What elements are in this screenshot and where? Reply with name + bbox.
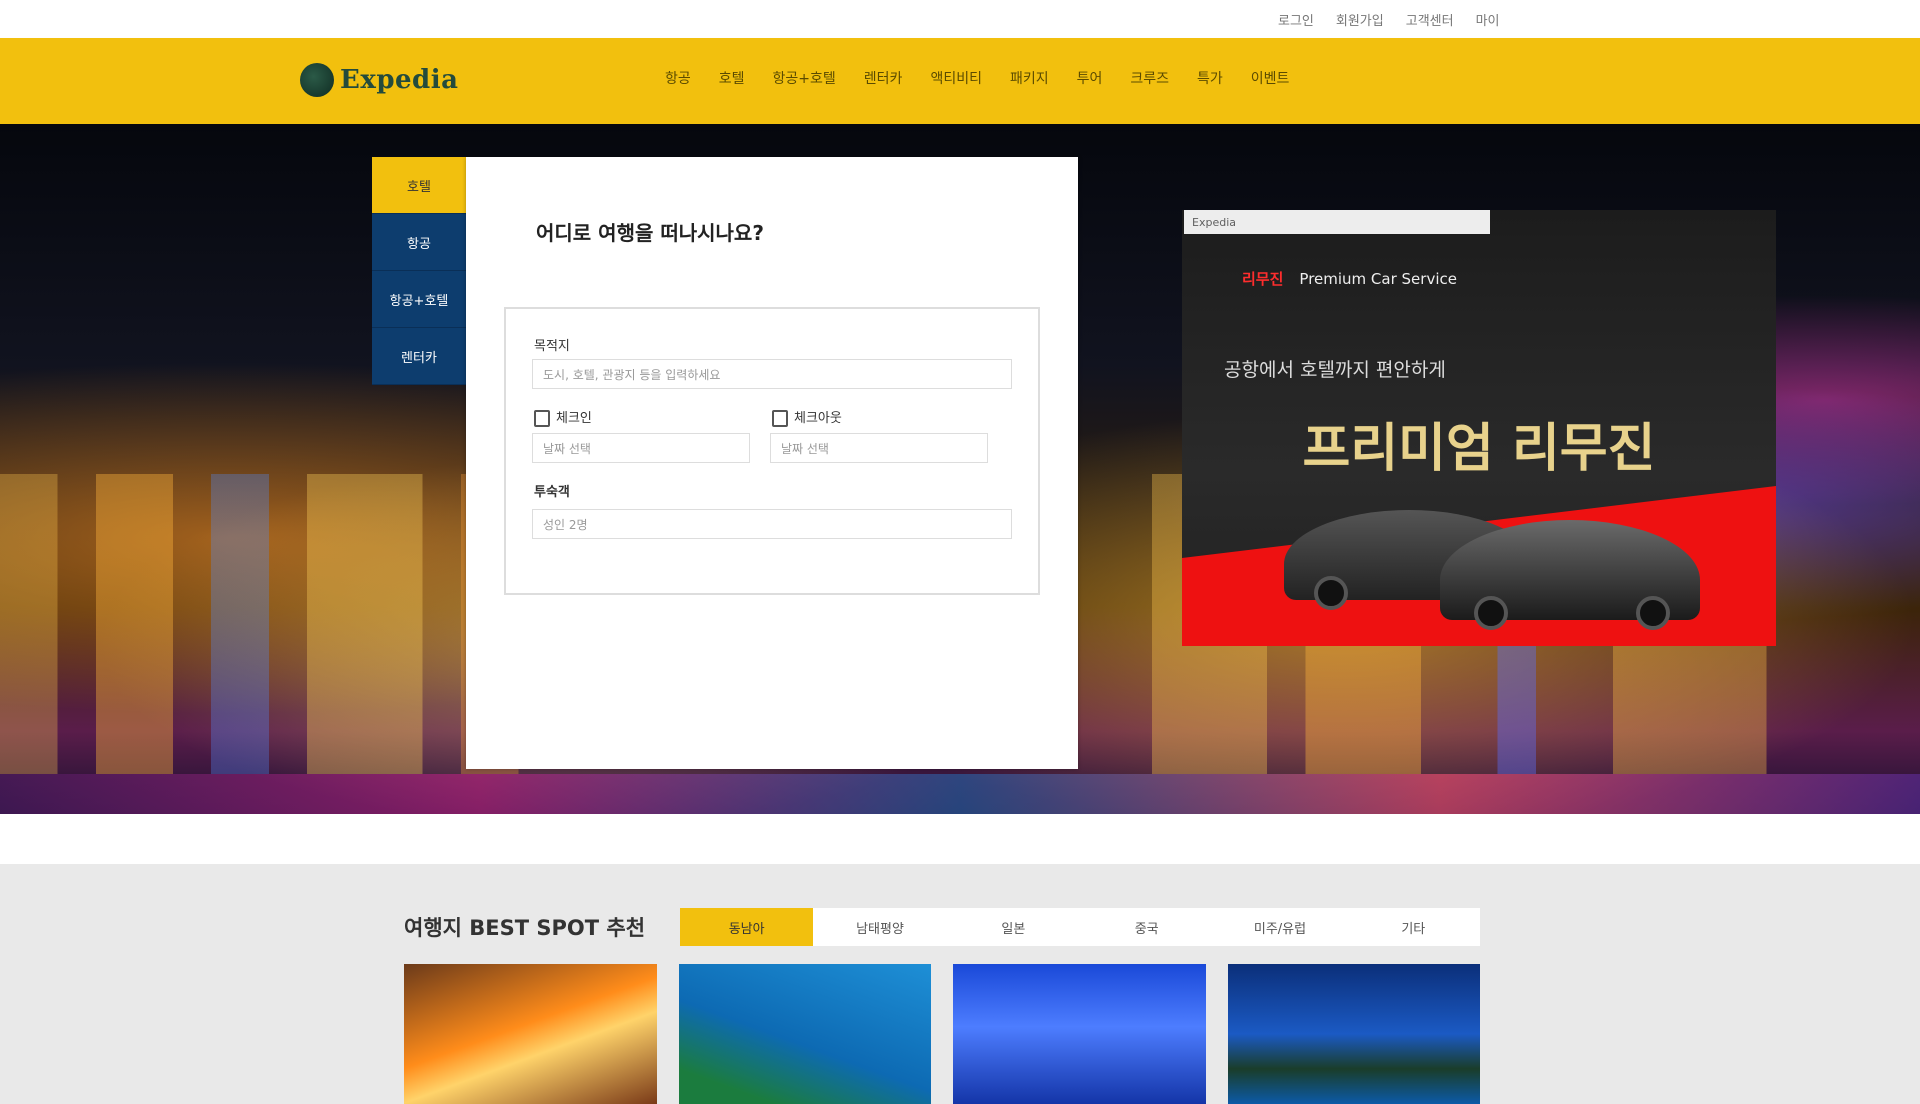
top-links: 로그인 회원가입 고객센터 마이 <box>1278 10 1500 29</box>
ad-subline: 공항에서 호텔까지 편안하게 <box>1224 359 1446 381</box>
checkout-input[interactable]: 날짜 선택 <box>770 433 988 463</box>
spot-cards <box>404 964 1480 1104</box>
checkin-label: 체크인 <box>534 407 592 427</box>
tab-flight-hotel[interactable]: 항공+호텔 <box>372 271 466 328</box>
tab-china[interactable]: 중국 <box>1080 908 1213 946</box>
tab-other[interactable]: 기타 <box>1347 908 1480 946</box>
checkout-label: 체크아웃 <box>772 407 842 427</box>
search-panel: 어디로 여행을 떠나시나요? 목적지 도시, 호텔, 관광지 등을 입력하세요 … <box>466 157 1078 769</box>
wheel-icon <box>1314 576 1348 610</box>
top-utility-bar: 로그인 회원가입 고객센터 마이 <box>0 0 1920 38</box>
guests-select[interactable]: 성인 2명 <box>532 509 1012 539</box>
tab-southeast-asia[interactable]: 동남아 <box>680 908 814 946</box>
destination-label: 목적지 <box>534 339 570 354</box>
menu-item[interactable]: 특가 <box>1197 68 1223 88</box>
menu-item[interactable]: 투어 <box>1077 68 1103 88</box>
menu-item[interactable]: 이벤트 <box>1251 68 1290 88</box>
best-spot-title: 여행지 BEST SPOT 추천 <box>404 916 646 940</box>
top-link-signup[interactable]: 회원가입 <box>1336 10 1384 29</box>
site-logo[interactable]: Expedia <box>300 58 458 102</box>
destination-input[interactable]: 도시, 호텔, 관광지 등을 입력하세요 <box>532 359 1012 389</box>
region-tabs: 동남아 남태평양 일본 중국 미주/유럽 기타 <box>680 908 1480 946</box>
ad-tagline: Premium Car Service <box>1299 270 1457 288</box>
checkin-input[interactable]: 날짜 선택 <box>532 433 750 463</box>
wheel-icon <box>1636 596 1670 630</box>
menu-item[interactable]: 패키지 <box>1010 68 1049 88</box>
spot-card-sky[interactable] <box>953 964 1206 1104</box>
tab-south-pacific[interactable]: 남태평양 <box>813 908 946 946</box>
globe-icon <box>300 63 334 97</box>
top-link-mypage[interactable]: 마이 <box>1476 10 1500 29</box>
menu-item[interactable]: 액티비티 <box>930 68 982 88</box>
search-tabs: 호텔 항공 항공+호텔 렌터카 <box>372 157 466 385</box>
search-form: 목적지 도시, 호텔, 관광지 등을 입력하세요 체크인 날짜 선택 체크아웃 … <box>504 307 1040 595</box>
menu-item[interactable]: 크루즈 <box>1130 68 1169 88</box>
main-menu: 항공 호텔 항공+호텔 렌터카 액티비티 패키지 투어 크루즈 특가 이벤트 <box>665 68 1289 88</box>
tab-americas-europe[interactable]: 미주/유럽 <box>1213 908 1346 946</box>
top-link-support[interactable]: 고객센터 <box>1406 10 1454 29</box>
wheel-icon <box>1474 596 1508 630</box>
top-link-login[interactable]: 로그인 <box>1278 10 1314 29</box>
ad-tag: 리무진 <box>1242 270 1284 288</box>
tab-flight[interactable]: 항공 <box>372 214 466 271</box>
tab-japan[interactable]: 일본 <box>947 908 1080 946</box>
ad-top-bar: Expedia <box>1184 210 1490 234</box>
calendar-icon <box>534 410 550 427</box>
spot-card-coast[interactable] <box>1227 964 1480 1104</box>
section-divider <box>0 814 1920 864</box>
calendar-icon <box>772 410 788 427</box>
tab-hotel[interactable]: 호텔 <box>372 157 466 214</box>
harbor-lights-image <box>0 774 1920 814</box>
spot-card-beach[interactable] <box>678 964 931 1104</box>
search-heading: 어디로 여행을 떠나시나요? <box>536 221 764 245</box>
guests-label: 투숙객 <box>534 485 570 500</box>
ad-tagline-row: 리무진 Premium Car Service <box>1242 268 1457 289</box>
menu-item[interactable]: 렌터카 <box>864 68 903 88</box>
main-navbar: Expedia 항공 호텔 항공+호텔 렌터카 액티비티 패키지 투어 크루즈 … <box>0 38 1920 124</box>
menu-item[interactable]: 항공 <box>665 68 691 88</box>
tab-rental-car[interactable]: 렌터카 <box>372 328 466 385</box>
menu-item[interactable]: 호텔 <box>719 68 745 88</box>
spot-card-sunset[interactable] <box>404 964 657 1104</box>
menu-item[interactable]: 항공+호텔 <box>773 68 836 88</box>
ad-headline: 프리미엄 리무진 <box>1302 418 1656 479</box>
ad-banner[interactable]: 리무진 Premium Car Service 공항에서 호텔까지 편안하게 프리… <box>1182 210 1776 646</box>
logo-text: Expedia <box>340 65 459 95</box>
